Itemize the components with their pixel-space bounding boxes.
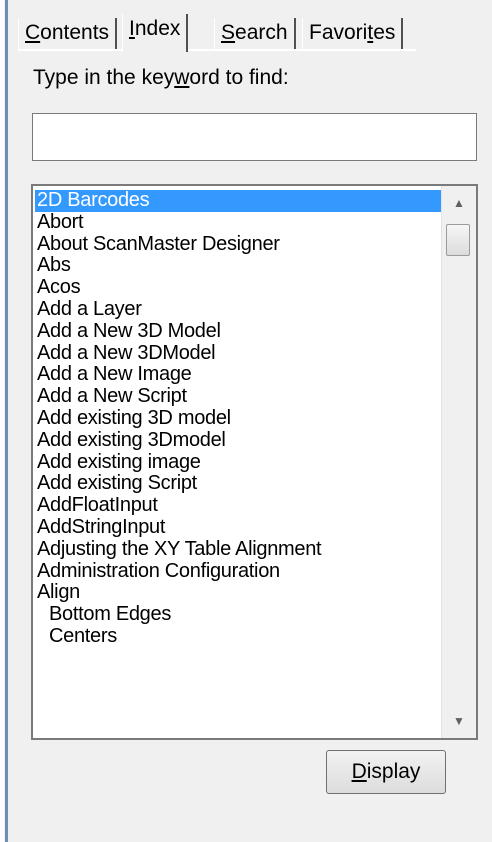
index-list-item[interactable]: Acos <box>35 277 443 299</box>
tab-label-end: ontents <box>40 21 110 44</box>
keyword-prompt-label: Type in the keyword to find: <box>33 66 289 90</box>
index-list-item[interactable]: AddStringInput <box>35 517 443 539</box>
tab-label-end: es <box>373 21 396 44</box>
index-list-item[interactable]: Administration Configuration <box>35 561 443 583</box>
index-list-item[interactable]: Add a New 3DModel <box>35 343 443 365</box>
index-list-item[interactable]: Add existing image <box>35 452 443 474</box>
index-list-item[interactable]: Abort <box>35 212 443 234</box>
scroll-down-arrow-icon[interactable]: ▼ <box>442 706 476 736</box>
index-list-item[interactable]: Bottom Edges <box>35 604 443 626</box>
index-listbox[interactable]: 2D Barcodes Abort About ScanMaster Designe… <box>31 184 478 740</box>
index-list-item[interactable]: Centers <box>35 626 443 648</box>
prompt-text-start: Type in the key <box>33 66 175 89</box>
display-button[interactable]: Display <box>326 750 446 794</box>
index-list-item[interactable]: Add a New 3D Model <box>35 321 443 343</box>
tab-label-start: Favori <box>309 21 368 44</box>
prompt-mnemonic: w <box>174 66 190 89</box>
display-mnemonic: D <box>351 760 367 783</box>
tab-index[interactable]: Index <box>122 14 189 52</box>
window-frame-left <box>0 0 8 842</box>
tab-baseline <box>18 49 416 51</box>
tab-contents[interactable]: Contents <box>18 18 118 50</box>
index-list-items: 2D Barcodes Abort About ScanMaster Designe… <box>35 190 443 648</box>
index-list-item[interactable]: Add existing Script <box>35 473 443 495</box>
keyword-input[interactable] <box>32 113 477 161</box>
vertical-scrollbar[interactable]: ▲ ▼ <box>441 186 476 738</box>
index-list-item[interactable]: Abs <box>35 255 443 277</box>
index-list-item[interactable]: Add existing 3D model <box>35 408 443 430</box>
index-list-item[interactable]: Add a New Image <box>35 364 443 386</box>
tab-label-end: earch <box>235 21 288 44</box>
tab-mnemonic: C <box>25 21 41 44</box>
index-list-item[interactable]: AddFloatInput <box>35 495 443 517</box>
tab-mnemonic: S <box>221 21 236 44</box>
tab-label-end: ndex <box>134 17 181 40</box>
index-list-item[interactable]: 2D Barcodes <box>35 190 443 212</box>
prompt-text-end: ord to find: <box>189 66 289 89</box>
index-list-item[interactable]: Add a New Script <box>35 386 443 408</box>
scroll-up-arrow-icon[interactable]: ▲ <box>442 188 476 218</box>
scroll-thumb[interactable] <box>446 224 470 256</box>
index-list-item[interactable]: Add a Layer <box>35 299 443 321</box>
index-list-item[interactable]: About ScanMaster Designer <box>35 234 443 256</box>
index-list-item[interactable]: Add existing 3Dmodel <box>35 430 443 452</box>
tab-favorites[interactable]: Favorites <box>302 18 404 50</box>
tab-search[interactable]: Search <box>214 18 296 50</box>
index-list-item[interactable]: Adjusting the XY Table Alignment <box>35 539 443 561</box>
tab-strip: Contents Index Search Favorites <box>18 14 418 52</box>
index-list-item[interactable]: Align <box>35 582 443 604</box>
display-label-rest: isplay <box>366 760 421 783</box>
